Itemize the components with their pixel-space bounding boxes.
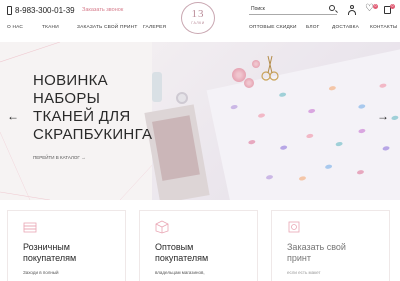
flower-decoration bbox=[244, 78, 254, 88]
card-text: Заходи в полный bbox=[23, 270, 59, 275]
hero-image bbox=[144, 42, 400, 200]
fabric-stack-icon bbox=[23, 222, 37, 233]
user-icon[interactable] bbox=[348, 5, 356, 15]
card-title: Оптовым покупателям bbox=[155, 242, 209, 263]
phone-text: 8-983-300-01-39 bbox=[15, 6, 75, 15]
flower-decoration bbox=[252, 60, 260, 68]
nav-item-wholesale[interactable]: ОПТОВЫЕ СКИДКИ bbox=[249, 25, 297, 30]
box-icon bbox=[155, 220, 169, 234]
customer-cards: Розничным покупателям Заходи в полный Оп… bbox=[0, 210, 400, 281]
card-title: Заказать свой принт bbox=[287, 242, 346, 263]
cart-count-badge: 0 bbox=[390, 4, 395, 9]
hero-title-line: ТКАНЕЙ ДЛЯ bbox=[33, 108, 131, 125]
print-icon bbox=[288, 221, 300, 233]
card-title: Розничным покупателям bbox=[23, 242, 77, 263]
hero-slider: НОВИНКА НАБОРЫ ТКАНЕЙ ДЛЯ СКРАПБУКИНГА П… bbox=[0, 42, 400, 200]
main-nav: О НАС ТКАНИ ЗАКАЗАТЬ СВОЙ ПРИНТ ГАЛЕРЕЯ … bbox=[0, 25, 400, 35]
nav-item-custom-print[interactable]: ЗАКАЗАТЬ СВОЙ ПРИНТ bbox=[77, 25, 137, 30]
slider-next-arrow-icon[interactable]: → bbox=[377, 109, 389, 123]
search-icon[interactable] bbox=[329, 5, 335, 11]
retail-card[interactable]: Розничным покупателям Заходи в полный bbox=[7, 210, 126, 281]
header: 8-983-300-01-39 Заказать звонок 13 ГАЛКИ… bbox=[0, 0, 400, 34]
scissors-decoration bbox=[261, 55, 279, 81]
nav-item-about[interactable]: О НАС bbox=[7, 25, 23, 30]
callback-link[interactable]: Заказать звонок bbox=[82, 7, 123, 13]
custom-print-card[interactable]: Заказать свой принт если есть макет bbox=[271, 210, 390, 281]
phone-icon bbox=[7, 6, 12, 15]
phone-number[interactable]: 8-983-300-01-39 bbox=[7, 6, 75, 15]
hero-title-line: СКРАПБУКИНГА bbox=[33, 126, 153, 143]
nav-item-delivery[interactable]: ДОСТАВКА bbox=[332, 25, 359, 30]
search-input[interactable] bbox=[249, 4, 337, 15]
wholesale-card[interactable]: Оптовым покупателям владельцам магазинов… bbox=[139, 210, 258, 281]
ribbon-roll bbox=[176, 92, 188, 104]
hero-title: НОВИНКА НАБОРЫ ТКАНЕЙ ДЛЯ СКРАПБУКИНГА bbox=[33, 72, 163, 144]
logo-number: 13 bbox=[191, 8, 205, 20]
card-text: если есть макет bbox=[287, 270, 321, 275]
card-text: владельцам магазинов, bbox=[155, 270, 205, 275]
nav-item-gallery[interactable]: ГАЛЕРЕЯ bbox=[143, 25, 166, 30]
slider-prev-arrow-icon[interactable]: ← bbox=[7, 109, 19, 123]
wishlist-count-badge: 0 bbox=[373, 4, 378, 9]
catalog-link[interactable]: ПЕРЕЙТИ В КАТАЛОГ → bbox=[33, 155, 86, 160]
nav-item-blog[interactable]: БЛОГ bbox=[306, 25, 319, 30]
nav-item-contacts[interactable]: КОНТАКТЫ bbox=[370, 25, 397, 30]
hero-title-line: НАБОРЫ bbox=[33, 90, 101, 107]
page: 8-983-300-01-39 Заказать звонок 13 ГАЛКИ… bbox=[0, 0, 400, 281]
hero-title-line: НОВИНКА bbox=[33, 72, 108, 89]
nav-item-fabrics[interactable]: ТКАНИ bbox=[42, 25, 59, 30]
